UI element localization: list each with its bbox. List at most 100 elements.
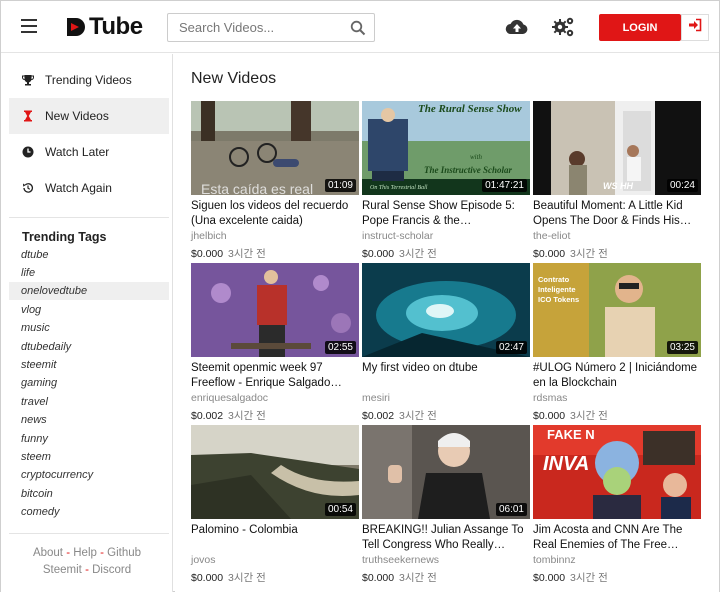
video-meta: $0.000 3시간 전 <box>362 246 437 261</box>
trophy-icon <box>21 73 35 87</box>
video-title[interactable]: Jim Acosta and CNN Are The Real Enemies … <box>533 523 701 552</box>
video-author[interactable]: jhelbich <box>191 230 227 242</box>
video-author[interactable]: truthseekernews <box>362 554 439 566</box>
tag-link[interactable]: gaming <box>9 374 169 392</box>
video-duration: 01:09 <box>324 179 356 192</box>
video-thumbnail[interactable]: 02:55 <box>191 263 359 357</box>
thumbnail-overlay-text: On This Terrestrial Ball <box>370 185 428 191</box>
about-link[interactable]: About <box>33 547 63 559</box>
clock-icon <box>21 145 35 159</box>
tag-link[interactable]: dtubedaily <box>9 338 169 356</box>
sidebar-item-watch-later[interactable]: Watch Later <box>9 134 169 170</box>
video-card[interactable]: The Rural Sense Show with The Instructiv… <box>362 101 530 261</box>
video-author[interactable]: rdsmas <box>533 392 567 404</box>
tag-link[interactable]: vlog <box>9 301 169 319</box>
video-price: $0.000 <box>533 248 566 260</box>
video-card[interactable]: FAKE N INVA Jim Acosta and CNN Are The R… <box>533 425 701 585</box>
tag-link[interactable]: travel <box>9 393 169 411</box>
footer-separator: - <box>66 547 71 559</box>
video-time: 3시간 전 <box>570 248 608 260</box>
video-time: 3시간 전 <box>570 410 608 422</box>
video-duration: 02:47 <box>495 341 527 354</box>
tag-link[interactable]: cryptocurrency <box>9 466 169 484</box>
video-title[interactable]: Rural Sense Show Episode 5: Pope Francis… <box>362 199 530 228</box>
video-card[interactable]: 00:54 Palomino - Colombia jovos $0.000 3… <box>191 425 359 585</box>
github-link[interactable]: Github <box>107 547 141 559</box>
tag-link[interactable]: life <box>9 264 169 282</box>
video-author[interactable]: mesiri <box>362 392 390 404</box>
login-button[interactable]: LOGIN <box>599 14 681 41</box>
video-duration: 00:24 <box>666 179 698 192</box>
video-price: $0.000 <box>533 572 566 584</box>
video-thumbnail[interactable]: Contrato Inteligente ICO Tokens 03:25 <box>533 263 701 357</box>
tag-link[interactable]: onelovedtube <box>9 282 169 300</box>
video-meta: $0.002 3시간 전 <box>362 408 437 423</box>
video-author[interactable]: jovos <box>191 554 216 566</box>
video-title[interactable]: My first video on dtube <box>362 361 530 376</box>
tag-link[interactable]: steemit <box>9 356 169 374</box>
video-price: $0.000 <box>191 248 224 260</box>
video-author[interactable]: tombinnz <box>533 554 576 566</box>
video-title[interactable]: Siguen los videos del recuerdo (Una exce… <box>191 199 359 228</box>
video-price: $0.002 <box>362 410 395 422</box>
upload-cloud-icon[interactable] <box>505 15 529 39</box>
tag-link[interactable]: news <box>9 411 169 429</box>
tag-link[interactable]: steem <box>9 448 169 466</box>
tag-link[interactable]: dtube <box>9 246 169 264</box>
sign-in-button[interactable] <box>681 14 709 41</box>
video-title[interactable]: BREAKING!! Julian Assange To Tell Congre… <box>362 523 530 552</box>
tag-link[interactable]: funny <box>9 430 169 448</box>
video-duration: 00:54 <box>324 503 356 516</box>
tag-link[interactable]: comedy <box>9 503 169 521</box>
video-thumbnail[interactable]: 02:47 <box>362 263 530 357</box>
page-title: New Videos <box>191 70 277 87</box>
tag-link[interactable]: bitcoin <box>9 485 169 503</box>
video-card[interactable]: WS HH 00:24 Beautiful Moment: A Little K… <box>533 101 701 261</box>
video-card[interactable]: 02:47 My first video on dtube mesiri $0.… <box>362 263 530 423</box>
video-card[interactable]: 06:01 BREAKING!! Julian Assange To Tell … <box>362 425 530 585</box>
video-price: $0.002 <box>191 410 224 422</box>
help-link[interactable]: Help <box>73 547 97 559</box>
dtube-logo-mark-icon <box>65 16 87 38</box>
history-icon <box>21 181 35 195</box>
video-card[interactable]: 02:55 Steemit openmic week 97 Freeflow -… <box>191 263 359 423</box>
sidebar-item-label: New Videos <box>45 109 109 123</box>
search-input[interactable] <box>168 14 338 41</box>
search-icon[interactable] <box>350 20 366 36</box>
video-meta: $0.000 3시간 전 <box>533 246 608 261</box>
sidebar-divider <box>9 217 169 218</box>
sidebar-item-label: Watch Again <box>45 181 112 195</box>
sidebar-item-trending[interactable]: Trending Videos <box>9 62 169 98</box>
sidebar-item-watch-again[interactable]: Watch Again <box>9 170 169 206</box>
video-thumbnail[interactable]: 06:01 <box>362 425 530 519</box>
video-thumbnail[interactable]: The Rural Sense Show with The Instructiv… <box>362 101 530 195</box>
video-meta: $0.000 3시간 전 <box>533 408 608 423</box>
video-title[interactable]: Steemit openmic week 97 Freeflow - Enriq… <box>191 361 359 390</box>
video-card[interactable]: Contrato Inteligente ICO Tokens 03:25 #U… <box>533 263 701 423</box>
footer-separator: - <box>100 547 104 559</box>
video-time: 3시간 전 <box>399 410 437 422</box>
hourglass-icon <box>21 109 35 123</box>
video-thumbnail[interactable]: FAKE N INVA <box>533 425 701 519</box>
video-thumbnail[interactable]: 00:54 <box>191 425 359 519</box>
menu-icon[interactable] <box>21 19 37 33</box>
steemit-link[interactable]: Steemit <box>43 564 82 576</box>
settings-icon[interactable] <box>551 15 575 39</box>
sidebar-item-new-videos[interactable]: New Videos <box>9 98 169 134</box>
top-bar: Tube Search Videos... LOGIN <box>1 1 719 53</box>
video-author[interactable]: the-eliot <box>533 230 570 242</box>
sidebar-footer-links-2: Steemit - Discord <box>1 564 173 576</box>
video-card[interactable]: Esta caída es real 01:09 Siguen los vide… <box>191 101 359 261</box>
tag-link[interactable]: music <box>9 319 169 337</box>
thumbnail-overlay-text: The Instructive Scholar <box>424 165 513 175</box>
video-author[interactable]: instruct-scholar <box>362 230 433 242</box>
discord-link[interactable]: Discord <box>92 564 131 576</box>
video-title[interactable]: #ULOG Número 2 | Iniciándome en la Block… <box>533 361 701 390</box>
video-author[interactable]: enriquesalgadoc <box>191 392 268 404</box>
video-thumbnail[interactable]: WS HH 00:24 <box>533 101 701 195</box>
video-title[interactable]: Beautiful Moment: A Little Kid Opens The… <box>533 199 701 228</box>
video-time: 3시간 전 <box>570 572 608 584</box>
video-thumbnail[interactable]: Esta caída es real 01:09 <box>191 101 359 195</box>
dtube-logo[interactable]: Tube <box>65 13 143 41</box>
video-title[interactable]: Palomino - Colombia <box>191 523 359 538</box>
